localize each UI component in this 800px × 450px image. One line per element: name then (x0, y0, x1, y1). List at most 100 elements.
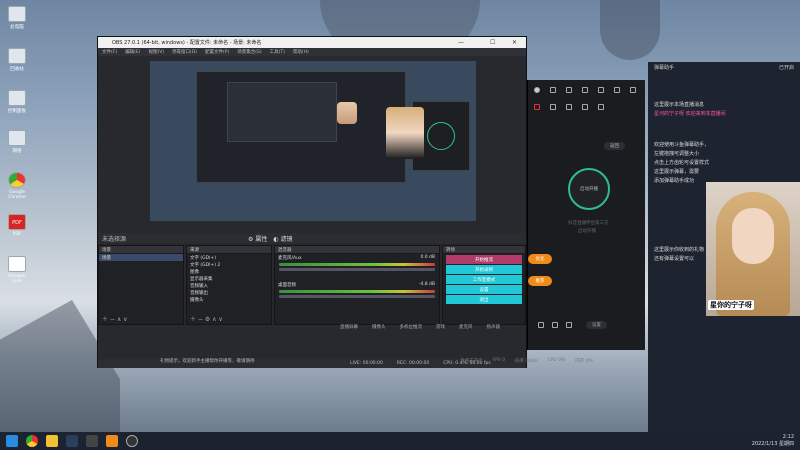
source-item[interactable]: 音频输入 (187, 282, 271, 289)
clock-date: 2022/1/13 星期四 (751, 441, 794, 447)
display-icon[interactable] (538, 322, 544, 328)
gift-icon[interactable] (534, 104, 540, 110)
douyu-icon[interactable] (106, 435, 118, 447)
helper-top-icons (528, 80, 645, 100)
chat-line: 星河的宁子呀 欢迎来到本直播间 (654, 111, 726, 117)
start-icon[interactable] (6, 435, 18, 447)
gear-icon[interactable] (566, 322, 572, 328)
live-app-icon (8, 256, 26, 272)
menu-tools[interactable]: 工具(T) (270, 49, 285, 55)
exit-button[interactable]: 退出 (446, 295, 522, 304)
danmaku-header: 弹幕助手 已开启 (654, 65, 794, 71)
tool-camera[interactable]: 摄像头 (372, 324, 386, 330)
chrome-icon[interactable] (26, 435, 38, 447)
scene-item[interactable]: 场景 (99, 254, 183, 261)
menu-docks[interactable]: 停靠窗口(D) (172, 49, 197, 55)
scene-add-icon[interactable]: ＋ − ∧ ∨ (102, 314, 128, 323)
source-item[interactable]: 音频输出 (187, 289, 271, 296)
streamer-name-tag: 星你的宁子呀 (708, 300, 754, 310)
mic-volume-slider[interactable] (279, 268, 435, 271)
minimize-icon[interactable]: — (458, 39, 464, 46)
source-add-icon[interactable]: ＋ − ⚙ ∧ ∨ (190, 314, 223, 323)
filters-button[interactable]: ◐ 滤镜 (273, 234, 292, 243)
properties-button[interactable]: ⚙ 属性 (248, 234, 267, 243)
lock-icon[interactable] (550, 104, 556, 110)
back-button[interactable]: 返回 (604, 142, 625, 150)
steam-icon[interactable] (66, 435, 78, 447)
scenes-dock: 场景 场景 ＋ − ∧ ∨ (98, 245, 184, 325)
menu-file[interactable]: 文件(F) (102, 49, 117, 55)
recycle-bin-icon (8, 48, 26, 64)
start-streaming-button[interactable]: 开始推流 (446, 255, 522, 264)
settings-pill[interactable]: 设置 (586, 321, 607, 329)
obs-menubar: 文件(F) 编辑(E) 视图(V) 停靠窗口(D) 配置文件(P) 场景集合(S… (98, 48, 526, 56)
avatar[interactable] (534, 87, 540, 93)
source-item[interactable]: 文字 (GDI+) (187, 254, 271, 261)
desktop-icon-computer[interactable]: 此电脑 (4, 6, 30, 30)
helper-hint1: 抖音直播伴侣第三方 (568, 221, 609, 226)
helper-tools: 直播屏幕 摄像头 多机位推流 游戏 麦克风 扬声器 (340, 324, 500, 330)
minimize-icon[interactable] (614, 87, 620, 93)
mixer-track-mic: 麦克风/Aux 0.0 dB (278, 255, 435, 261)
chat-line: 欢迎使用斗鱼弹幕助手， (654, 142, 710, 148)
obs-icon[interactable] (126, 435, 138, 447)
obs-titlebar: OBS 27.0.1 (64-bit, windows) - 配置文件: 未命名… (98, 37, 526, 48)
system-tray: 2:12 2022/1/13 星期四 (752, 434, 794, 448)
menu-profile[interactable]: 配置文件(P) (205, 49, 229, 55)
desktop-icon-control[interactable]: 控制面板 (4, 90, 30, 114)
menu-scene-collection[interactable]: 场景集合(S) (237, 49, 261, 55)
helper-bottom-icons: 设置 (528, 318, 646, 332)
close-icon[interactable]: ✕ (512, 39, 517, 46)
mic-meter (279, 263, 435, 266)
source-item[interactable]: 图像 (187, 268, 271, 275)
bookmark-icon[interactable] (566, 87, 572, 93)
live-timer: LIVE: 00:00:00 (350, 361, 383, 366)
start-live-button[interactable]: 启动开播 (568, 168, 610, 210)
settings-button[interactable]: 设置 (446, 285, 522, 294)
camera-overlay: 星你的宁子呀 (706, 182, 800, 316)
obs-title-text: OBS 27.0.1 (64-bit, windows) - 配置文件: 未命名… (112, 40, 262, 46)
bell-icon[interactable] (582, 104, 588, 110)
menu-edit[interactable]: 编辑(E) (125, 49, 140, 55)
desktop-volume-slider[interactable] (279, 295, 435, 298)
start-recording-button[interactable]: 开始录制 (446, 265, 522, 274)
mixer-dock: 混音器 麦克风/Aux 0.0 dB 桌面音频 -4.8 dB (274, 245, 440, 325)
send-icon[interactable] (550, 87, 556, 93)
studio-mode-button[interactable]: 工作室模式 (446, 275, 522, 284)
sources-dock: 来源 文字 (GDI+) 文字 (GDI+) 2 图像 显示器采集 音频输入 音… (186, 245, 272, 325)
control-panel-icon (8, 90, 26, 106)
tool-multi[interactable]: 多机位推流 (400, 324, 423, 330)
tool-screen[interactable]: 直播屏幕 (340, 324, 358, 330)
desktop-icon-chrome[interactable]: Google Chrome (4, 172, 30, 200)
obs-preview[interactable] (150, 61, 476, 221)
app-icon[interactable] (86, 435, 98, 447)
source-item[interactable]: 文字 (GDI+) 2 (187, 261, 271, 268)
menu-icon[interactable] (598, 87, 604, 93)
close-icon[interactable] (630, 87, 636, 93)
menu-view[interactable]: 视图(V) (148, 49, 164, 55)
side-tab-recommend[interactable]: 推荐 (528, 276, 552, 286)
side-tab-optimize[interactable]: 优化 (528, 254, 552, 264)
mixer-header: 混音器 (275, 246, 439, 254)
nested-preview (196, 71, 406, 183)
computer-icon (8, 6, 26, 22)
desktop-icon-pdf[interactable]: PDF PDF (4, 214, 30, 237)
eye-icon[interactable] (552, 322, 558, 328)
desktop-meter (279, 290, 435, 293)
desktop-icon-live[interactable]: Dongdu Live (4, 256, 30, 284)
folder-icon[interactable] (46, 435, 58, 447)
menu-help[interactable]: 帮助(H) (293, 49, 309, 55)
maximize-icon[interactable]: ☐ (490, 39, 495, 46)
taskbar (0, 432, 800, 450)
desktop-icon-recycle[interactable]: 回收站 (4, 48, 30, 72)
box-icon[interactable] (566, 104, 572, 110)
tool-game[interactable]: 游戏 (436, 324, 445, 330)
tool-speaker[interactable]: 扬声器 (487, 324, 501, 330)
source-item[interactable]: 显示器采集 (187, 275, 271, 282)
desktop-icon-network[interactable]: 网络 (4, 130, 30, 154)
controls-dock: 转场 开始推流 开始录制 工作室模式 设置 退出 (442, 245, 526, 325)
share-icon[interactable] (598, 104, 604, 110)
source-item[interactable]: 摄像头 (187, 296, 271, 303)
tool-mic[interactable]: 麦克风 (459, 324, 473, 330)
mail-icon[interactable] (582, 87, 588, 93)
